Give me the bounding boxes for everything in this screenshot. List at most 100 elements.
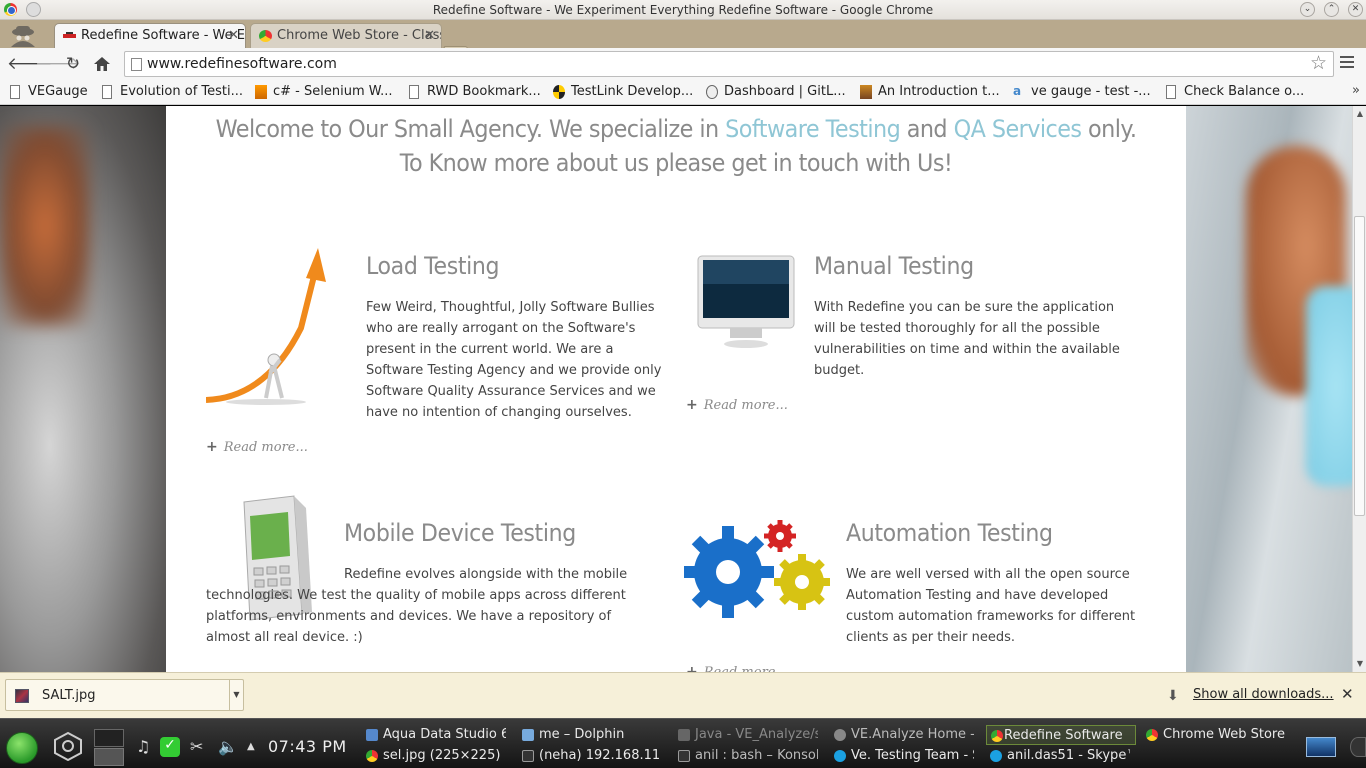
- pager-desktop-2[interactable]: [94, 748, 124, 766]
- vertical-scrollbar[interactable]: ▲ ▼: [1352, 106, 1366, 672]
- pager-desktop-1[interactable]: [94, 729, 124, 747]
- bookmark-item[interactable]: Evolution of Testi...: [102, 84, 243, 102]
- music-icon[interactable]: ♫: [136, 737, 150, 756]
- tab-label: Chrome Web Store - Classic: [277, 28, 442, 43]
- service-title: Load Testing: [366, 252, 500, 280]
- update-check-icon[interactable]: ✓: [160, 737, 180, 757]
- read-more-label: Read more...: [703, 398, 788, 413]
- task-skype-anil[interactable]: anil.das51 - Skype™: [990, 746, 1130, 766]
- image-file-icon: [15, 689, 29, 703]
- task-remote-terminal[interactable]: (neha) 192.168.11: [522, 746, 662, 766]
- tab-redefine-software[interactable]: Redefine Software - We Experiment Everyt…: [54, 23, 246, 48]
- welcome-text: Welcome to Our Small Agency. We speciali…: [215, 115, 726, 143]
- task-label: anil : bash – Konsol: [695, 748, 818, 763]
- task-java-eclipse[interactable]: Java - VE_Analyze/s: [678, 725, 818, 745]
- chevron-up-icon[interactable]: ▲: [247, 741, 255, 752]
- show-desktop-icon[interactable]: [1306, 737, 1336, 757]
- application-launcher-icon[interactable]: [6, 732, 38, 764]
- close-icon[interactable]: ✕: [1341, 685, 1354, 703]
- url-input[interactable]: [147, 54, 1297, 74]
- read-more-link[interactable]: + Read more...: [686, 397, 788, 413]
- browser-toolbar: 🡐 🡒 ↻ ☆: [0, 48, 1366, 80]
- testlink-icon: [553, 85, 565, 99]
- qa-services-link[interactable]: QA Services: [954, 115, 1082, 143]
- chevron-down-icon[interactable]: ▼: [229, 680, 243, 710]
- plus-icon: +: [206, 439, 218, 455]
- bookmark-label: TestLink Develop...: [571, 84, 694, 99]
- page-viewport: Welcome to Our Small Agency. We speciali…: [0, 106, 1352, 672]
- bookmark-label: Check Balance o...: [1184, 84, 1305, 99]
- chrome-favicon-icon: [259, 30, 272, 42]
- app-icon: [834, 729, 846, 741]
- task-label: Redefine Software: [1004, 728, 1123, 743]
- read-more-link[interactable]: + Read more...: [206, 439, 308, 455]
- address-bar[interactable]: ☆: [124, 51, 1334, 77]
- scrollbar-thumb[interactable]: [1354, 216, 1365, 516]
- minimize-button[interactable]: ⌄: [1300, 2, 1315, 17]
- panel-toolbox-icon[interactable]: [1350, 737, 1366, 757]
- forward-icon[interactable]: 🡒: [35, 54, 81, 74]
- task-label: (neha) 192.168.11: [539, 748, 661, 763]
- tab-label: Redefine Software - We Experiment Everyt…: [81, 28, 245, 43]
- task-chrome-web-store[interactable]: Chrome Web Store: [1146, 725, 1286, 745]
- menu-icon[interactable]: [1340, 54, 1354, 70]
- scroll-up-icon[interactable]: ▲: [1355, 109, 1365, 119]
- clock[interactable]: 07:43 PM: [268, 737, 347, 756]
- back-icon[interactable]: 🡐: [7, 54, 53, 74]
- task-ve-analyze[interactable]: VE.Analyze Home -: [834, 725, 974, 745]
- introduction-icon: [860, 85, 872, 99]
- task-dolphin[interactable]: me – Dolphin: [522, 725, 662, 745]
- plus-icon: +: [686, 397, 698, 413]
- maximize-button[interactable]: ⌃: [1324, 2, 1339, 17]
- load-testing-image: [206, 248, 326, 405]
- task-image-viewer[interactable]: sel.jpg (225×225): [366, 746, 506, 766]
- close-tab-icon[interactable]: ✕: [228, 24, 239, 48]
- chrome-icon: [366, 750, 378, 762]
- show-all-downloads-link[interactable]: Show all downloads...: [1193, 687, 1334, 702]
- download-item[interactable]: SALT.jpg ▼: [5, 679, 244, 711]
- ve-gauge-icon: a: [1013, 84, 1022, 98]
- terminal-icon: [522, 750, 534, 762]
- activities-icon[interactable]: [53, 731, 83, 761]
- plus-icon: +: [686, 664, 698, 672]
- gitlab-icon: [706, 85, 718, 99]
- bookmark-item[interactable]: RWD Bookmark...: [409, 84, 541, 102]
- software-testing-link[interactable]: Software Testing: [725, 115, 901, 143]
- home-icon[interactable]: [92, 54, 112, 74]
- bookmarks-overflow-icon[interactable]: »: [1352, 83, 1360, 98]
- volume-icon[interactable]: 🔈: [218, 737, 238, 756]
- task-label: Chrome Web Store: [1163, 727, 1285, 742]
- bookmark-label: Evolution of Testi...: [120, 84, 244, 99]
- task-redefine-software[interactable]: Redefine Software: [986, 725, 1136, 745]
- window-title: Redefine Software - We Experiment Everyt…: [432, 3, 934, 17]
- bookmark-label: ve gauge - test -...: [1031, 84, 1151, 99]
- background-blur: [1306, 286, 1352, 486]
- app-icon: [522, 729, 534, 741]
- task-label: sel.jpg (225×225): [383, 748, 501, 763]
- bookmark-item[interactable]: a ve gauge - test -...: [1013, 84, 1151, 102]
- chrome-icon: [991, 730, 1003, 742]
- task-skype-team[interactable]: Ve. Testing Team - S: [834, 746, 974, 766]
- incognito-icon: [11, 26, 35, 47]
- bookmark-item[interactable]: Check Balance o...: [1166, 84, 1304, 102]
- read-more-link[interactable]: + Read more...: [686, 664, 788, 672]
- scroll-down-icon[interactable]: ▼: [1355, 659, 1365, 669]
- bookmark-item[interactable]: TestLink Develop...: [553, 84, 693, 102]
- bookmark-item[interactable]: c# - Selenium W...: [255, 84, 393, 102]
- star-icon[interactable]: ☆: [1310, 52, 1327, 74]
- bookmark-item[interactable]: VEGauge: [10, 84, 88, 102]
- task-aqua-data-studio[interactable]: Aqua Data Studio 6: [366, 725, 506, 745]
- stackoverflow-icon: [255, 85, 267, 99]
- bookmark-item[interactable]: Dashboard | GitL...: [706, 84, 846, 102]
- close-tab-icon[interactable]: ✕: [424, 24, 435, 48]
- task-label: Ve. Testing Team - S: [851, 748, 974, 763]
- task-konsole[interactable]: anil : bash – Konsol: [678, 746, 818, 766]
- background-right: [1186, 106, 1352, 672]
- bookmark-item[interactable]: An Introduction t...: [860, 84, 1000, 102]
- welcome-heading: Welcome to Our Small Agency. We speciali…: [202, 112, 1151, 180]
- reload-icon[interactable]: ↻: [63, 54, 83, 74]
- close-window-button[interactable]: ✕: [1348, 2, 1363, 17]
- service-description: We are well versed with all the open sou…: [846, 567, 1136, 645]
- tab-chrome-web-store[interactable]: Chrome Web Store - Classic ✕: [250, 23, 442, 48]
- network-icon[interactable]: ✂: [190, 737, 203, 756]
